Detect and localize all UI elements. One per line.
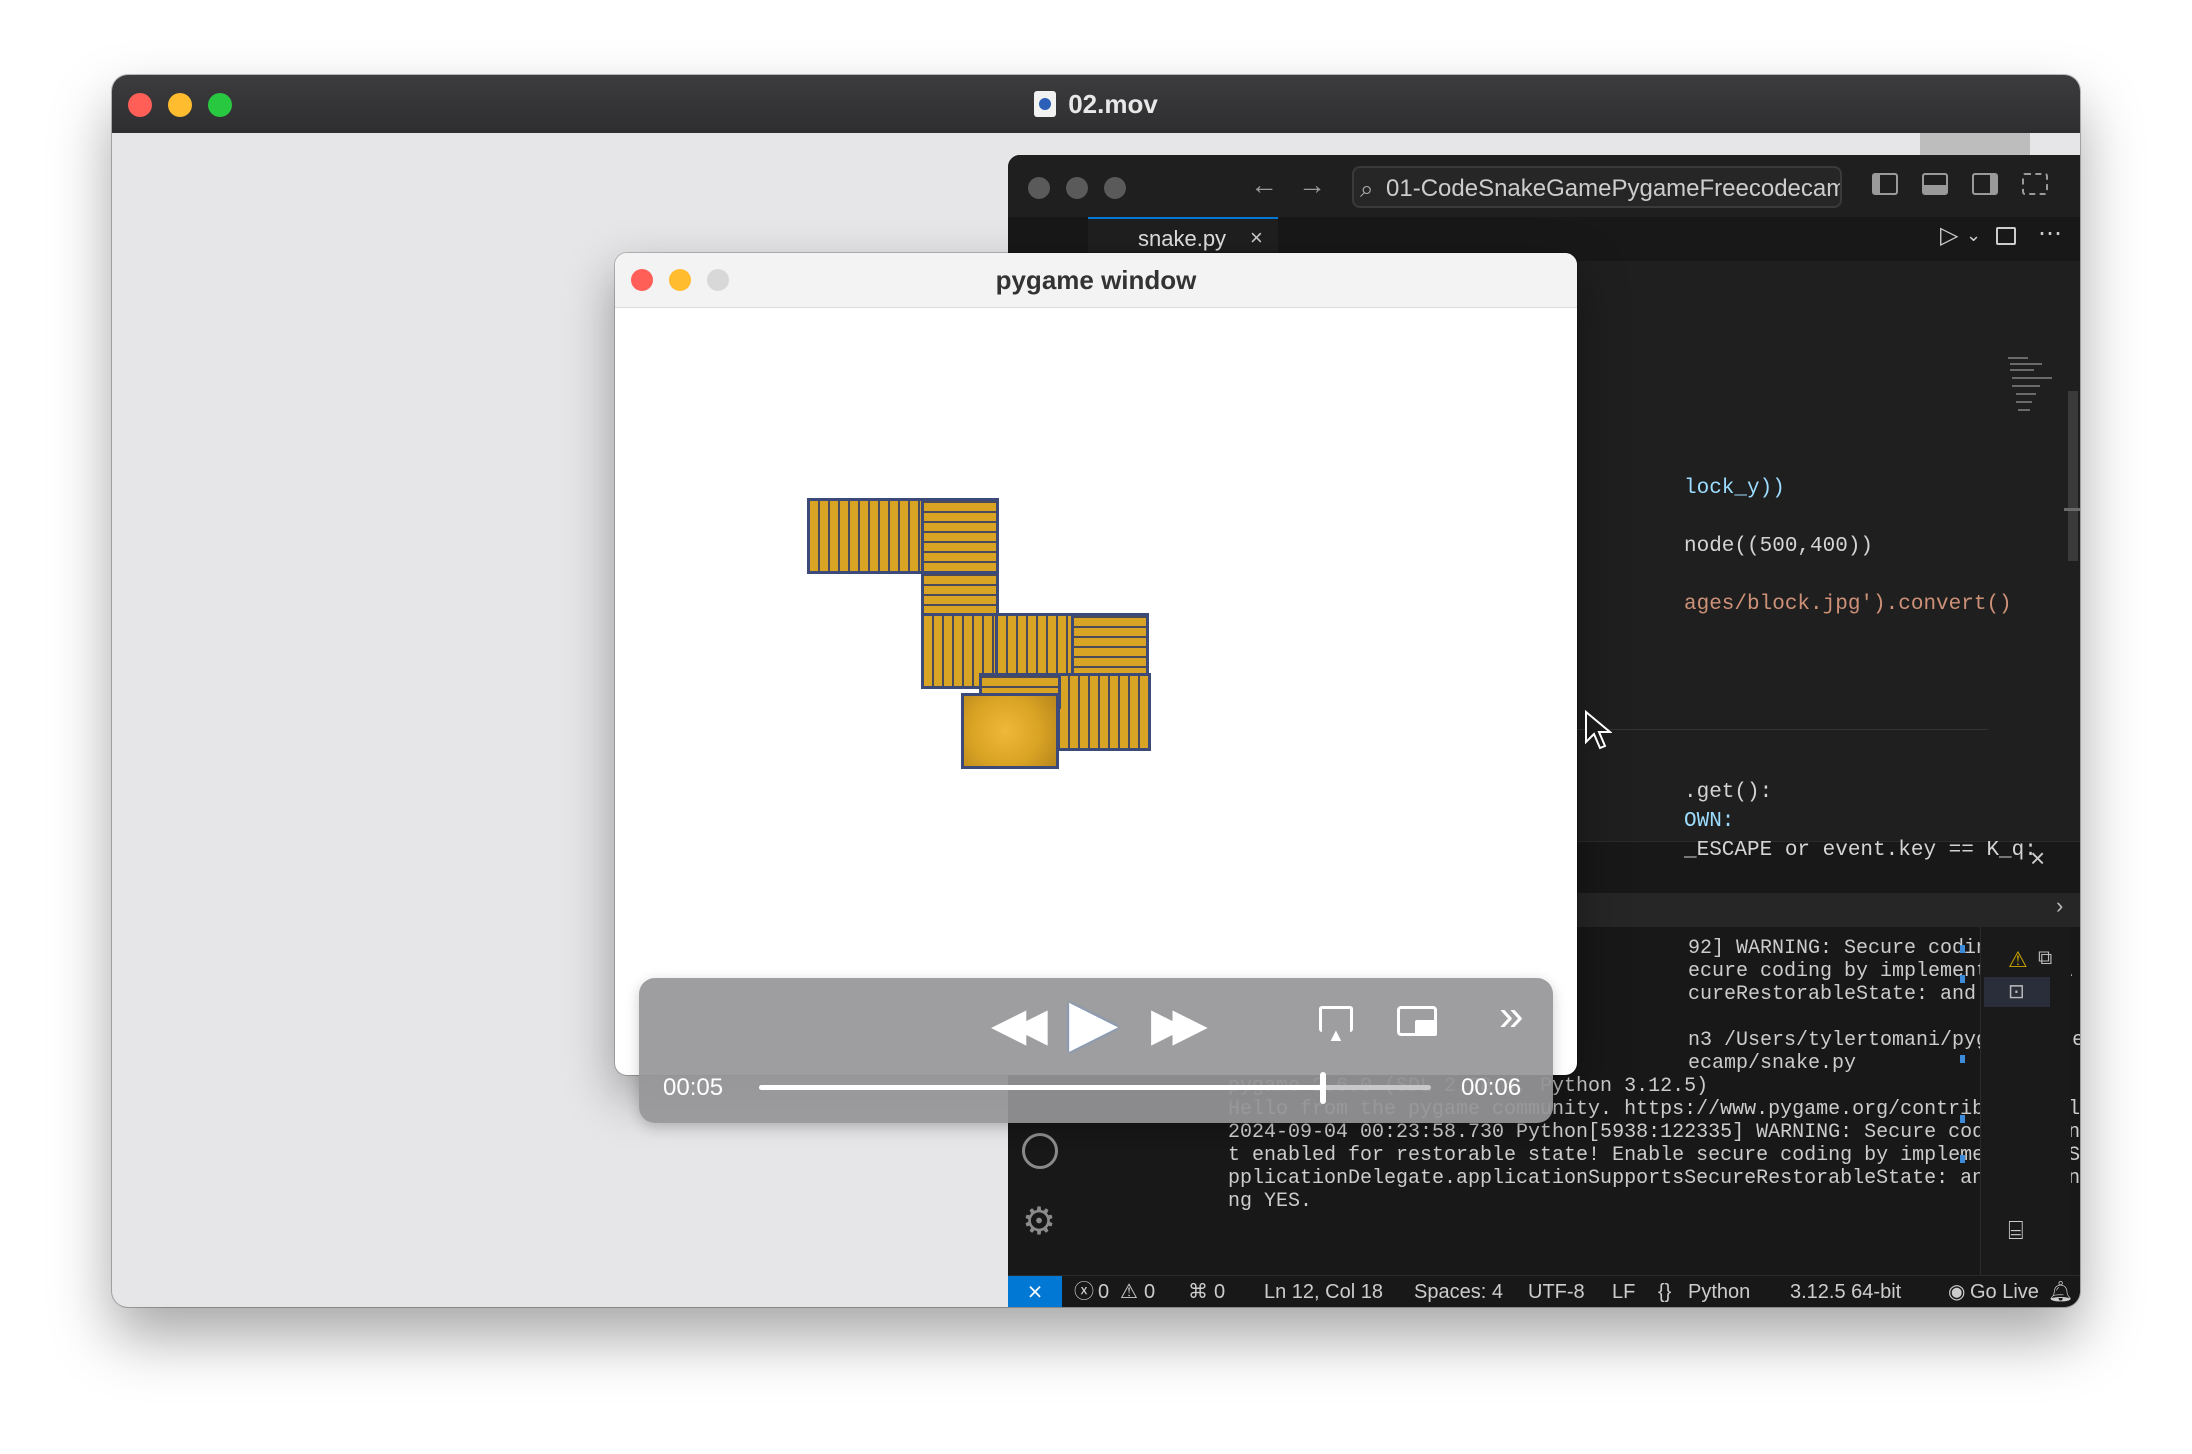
- total-time: 00:06: [1461, 1074, 1522, 1101]
- code-line: ages/block.jpg').convert(): [1684, 593, 2012, 616]
- fast-forward-icon[interactable]: ▶▶: [1151, 1000, 1208, 1048]
- playback-controls: ◀◀ ▶ ▶▶ ▲ » 00:05 00:06: [639, 978, 1553, 1123]
- terminal-icon[interactable]: ⊡: [2008, 979, 2025, 1004]
- pip-inner: [1415, 1020, 1437, 1036]
- scrollbar-marker: [2064, 508, 2080, 511]
- terminal-line: ng YES.: [1228, 1190, 1313, 1213]
- play-icon[interactable]: ▶: [1069, 990, 1118, 1054]
- bell-icon[interactable]: 🔔︎: [2048, 1276, 2073, 1307]
- ports-count[interactable]: 0: [1214, 1276, 1225, 1307]
- ports-icon[interactable]: ⌘: [1188, 1276, 1208, 1307]
- run-icon[interactable]: ▷: [1940, 221, 1958, 250]
- search-icon: ⌕: [1360, 176, 1374, 203]
- terminal-line: ecamp/snake.py: [1688, 1052, 1857, 1075]
- rewind-icon[interactable]: ◀◀: [991, 1000, 1048, 1048]
- indentation[interactable]: Spaces: 4: [1414, 1276, 1503, 1307]
- vscode-minimize-button[interactable]: [1066, 177, 1088, 199]
- scrubber-progress: [759, 1085, 1324, 1090]
- code-separator: [1548, 729, 1988, 730]
- airplay-triangle: ▲: [1327, 1025, 1345, 1045]
- line-ending[interactable]: LF: [1612, 1276, 1635, 1307]
- remote-icon[interactable]: ⨯: [1008, 1276, 1062, 1307]
- encoding[interactable]: UTF-8: [1528, 1276, 1585, 1307]
- window-title-text: 02.mov: [1068, 89, 1158, 119]
- pygame-title: pygame window: [995, 265, 1197, 295]
- snake-head: [961, 693, 1059, 769]
- editor-scrollbar[interactable]: [2068, 391, 2078, 561]
- code-line: lock_y)): [1684, 477, 1785, 500]
- new-terminal-icon[interactable]: ⧉: [2038, 947, 2052, 970]
- run-dropdown-icon[interactable]: ⌄: [1966, 225, 1981, 246]
- chevron-right-icon[interactable]: ›: [2056, 893, 2063, 919]
- warnings-count[interactable]: 0: [1144, 1276, 1155, 1307]
- account-icon[interactable]: [1022, 1133, 1058, 1169]
- scroll-marker: [1960, 945, 1965, 953]
- terminal-line: t enabled for restorable state! Enable s…: [1228, 1144, 2080, 1167]
- code-line: OWN:: [1684, 810, 1735, 833]
- more-actions-icon[interactable]: ⋯: [2038, 219, 2062, 248]
- scroll-marker: [1960, 975, 1965, 983]
- terminal-action-icon[interactable]: ⌸: [2008, 1215, 2024, 1247]
- python-interpreter[interactable]: 3.12.5 64-bit: [1790, 1276, 1901, 1307]
- current-time: 00:05: [663, 1074, 724, 1101]
- warning-icon[interactable]: ⚠: [2008, 947, 2028, 973]
- code-line: .get():: [1684, 781, 1773, 804]
- tab-label: snake.py: [1138, 226, 1227, 251]
- error-icon[interactable]: ⓧ: [1074, 1276, 1094, 1307]
- toggle-panel-icon[interactable]: [1922, 173, 1948, 195]
- split-editor-icon[interactable]: [1996, 227, 2016, 245]
- cursor-position[interactable]: Ln 12, Col 18: [1264, 1276, 1383, 1307]
- gear-icon[interactable]: ⚙: [1022, 1203, 1056, 1241]
- errors-count[interactable]: 0: [1098, 1276, 1109, 1307]
- terminal-line: pplicationDelegate.applicationSupportsSe…: [1228, 1167, 2080, 1190]
- snake-block: [921, 498, 999, 574]
- go-live-button[interactable]: Go Live: [1970, 1276, 2039, 1307]
- mouse-cursor-icon: [1585, 710, 1612, 750]
- vscode-close-button[interactable]: [1028, 177, 1050, 199]
- search-text: 01-CodeSnakeGamePygameFreecodecam: [1386, 175, 1842, 202]
- scroll-marker: [1960, 1115, 1965, 1123]
- snake-block: [1057, 673, 1151, 751]
- snake-block: [807, 498, 925, 574]
- forward-arrow-icon[interactable]: →: [1298, 169, 1326, 201]
- customize-layout-icon[interactable]: [2022, 173, 2048, 195]
- share-chevron-icon[interactable]: »: [1499, 992, 1523, 1040]
- toggle-sidebar-icon[interactable]: [1872, 173, 1898, 195]
- scroll-marker: [1960, 1055, 1965, 1063]
- scroll-marker: [1960, 1155, 1965, 1163]
- pygame-window: pygame window: [615, 253, 1577, 1075]
- movie-file-icon: [1034, 91, 1057, 117]
- toggle-secondary-sidebar-icon[interactable]: [1972, 173, 1998, 195]
- command-search-input[interactable]: ⌕ 01-CodeSnakeGamePygameFreecodecam: [1352, 166, 1842, 208]
- window-title: 02.mov: [112, 75, 2080, 133]
- close-tab-icon[interactable]: ×: [1250, 225, 1263, 251]
- scrubber-handle[interactable]: [1320, 1072, 1327, 1104]
- scroll-tab: [1920, 133, 2030, 155]
- vscode-zoom-button[interactable]: [1104, 177, 1126, 199]
- back-arrow-icon[interactable]: ←: [1250, 169, 1278, 201]
- terminal-line: 2024-09-04 00:23:58.730 Python[5938:1223…: [1228, 1121, 2080, 1144]
- braces-icon: {}: [1658, 1281, 1672, 1303]
- language-mode[interactable]: Python: [1688, 1276, 1750, 1307]
- warning-status-icon[interactable]: ⚠: [1120, 1276, 1138, 1307]
- code-line: _ESCAPE or event.key == K_q:: [1684, 839, 2037, 862]
- broadcast-icon: ◉: [1948, 1281, 1966, 1303]
- code-line: node((500,400)): [1684, 535, 1874, 558]
- status-bar: ⨯ ⓧ 0 ⚠ 0 ⌘ 0 Ln 12, Col 18 Spaces: 4 UT…: [1008, 1275, 2080, 1307]
- minimap[interactable]: [2008, 355, 2052, 419]
